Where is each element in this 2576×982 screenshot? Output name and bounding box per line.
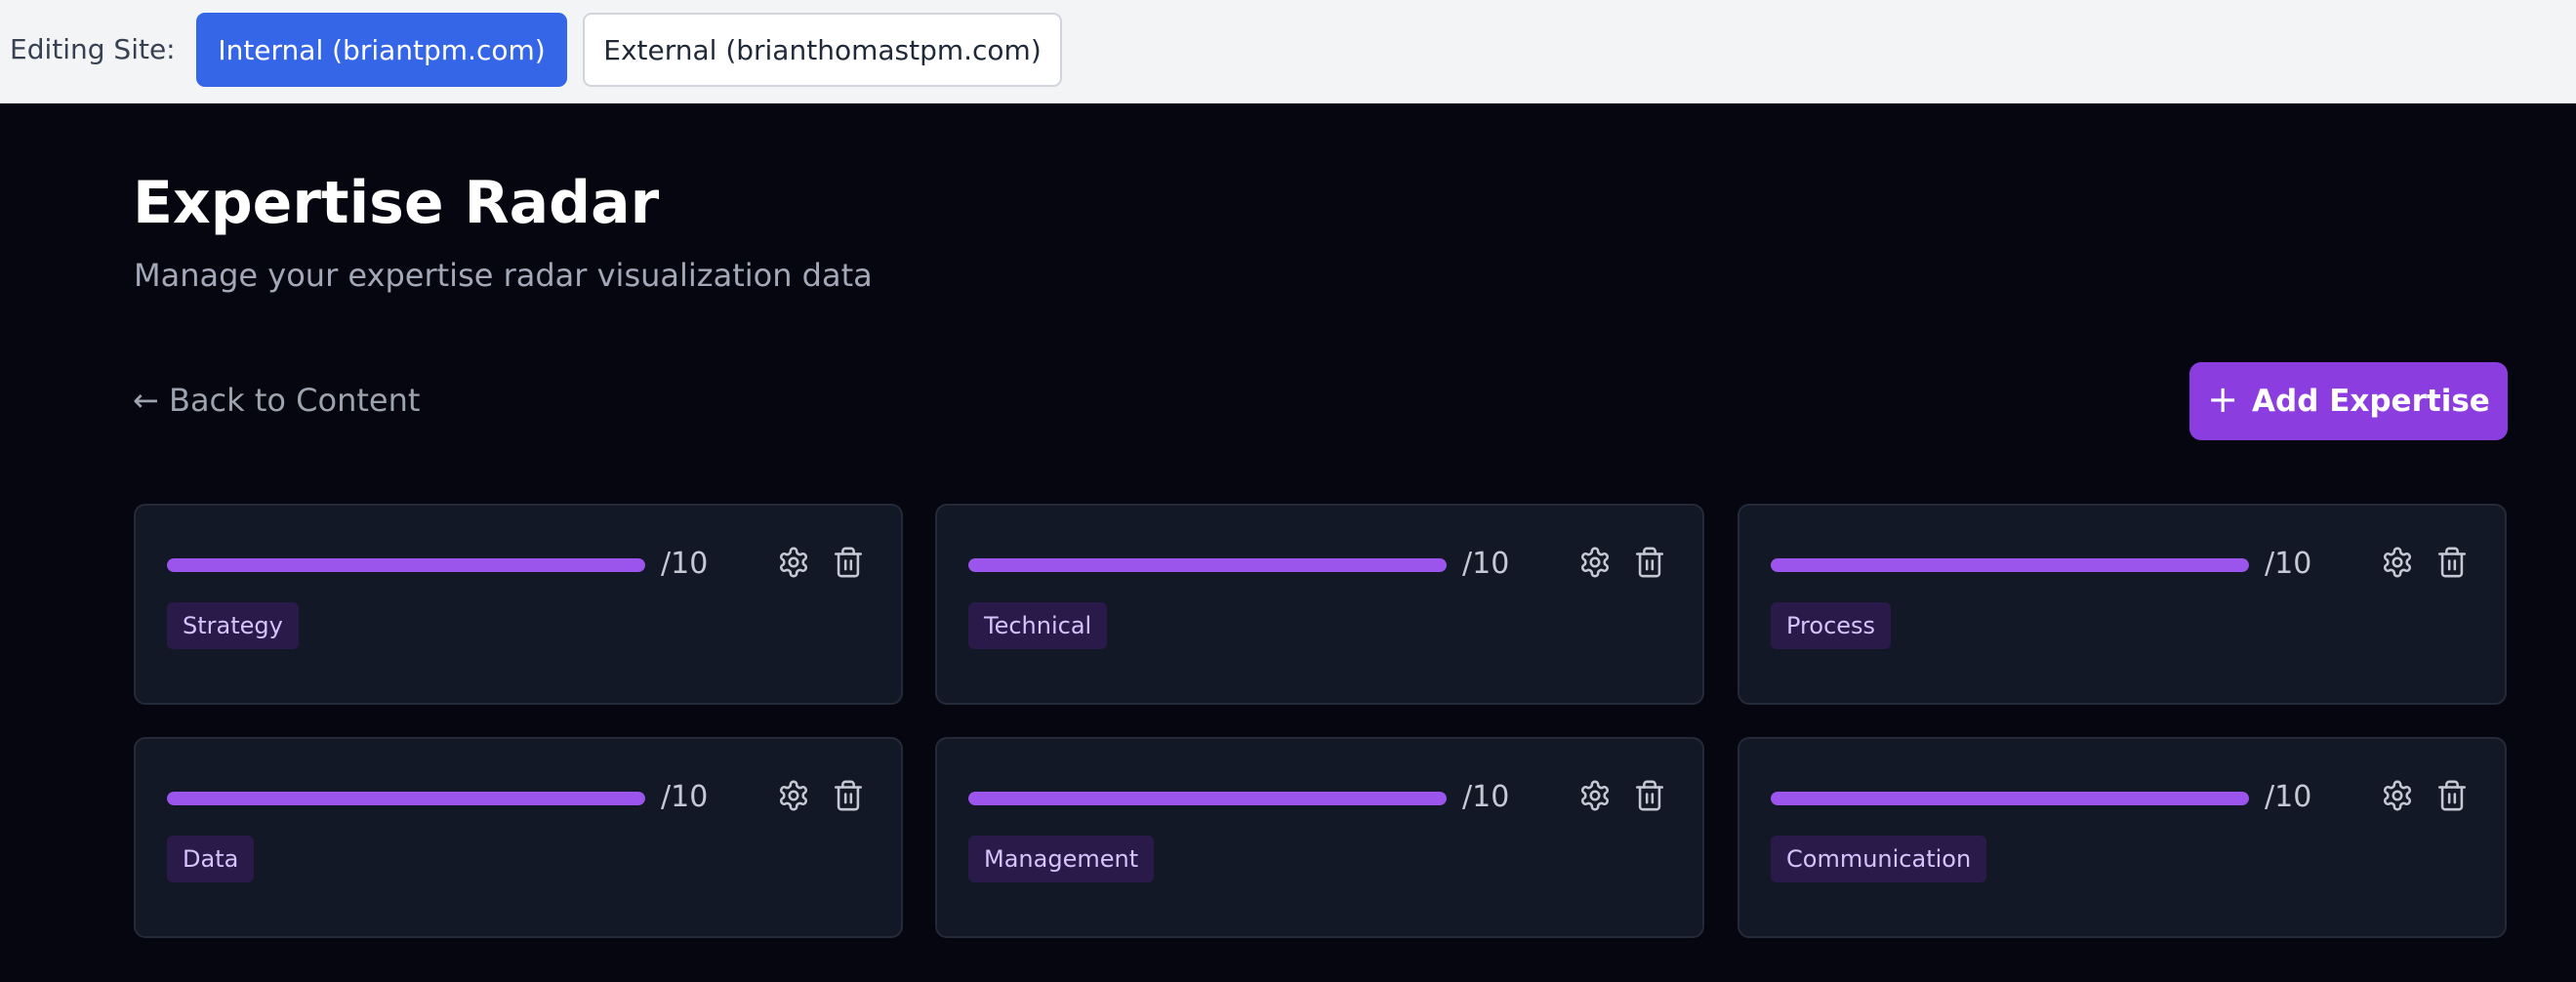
gear-icon[interactable] [1575,776,1615,815]
site-switcher-bar: Editing Site: Internal (briantpm.com) Ex… [0,0,2576,103]
score-suffix: /10 [1462,780,1510,814]
trash-icon[interactable] [1630,543,1669,582]
trash-icon[interactable] [2433,776,2472,815]
trash-icon[interactable] [829,543,868,582]
trash-icon[interactable] [1630,776,1669,815]
gear-icon[interactable] [2378,543,2417,582]
score-bar [968,558,1447,572]
external-site-button[interactable]: External (brianthomastpm.com) [583,13,1062,87]
back-to-content-link[interactable]: ← Back to Content [133,379,420,422]
score-bar [167,558,645,572]
expertise-card: /10 Process [1738,504,2507,705]
score-suffix: /10 [661,780,709,814]
category-tag: Management [968,836,1155,882]
editing-site-label: Editing Site: [10,33,176,65]
page-subtitle: Manage your expertise radar visualizatio… [134,257,873,294]
add-expertise-button[interactable]: + Add Expertise [2189,362,2508,440]
category-tag: Communication [1771,836,1987,882]
score-suffix: /10 [2265,547,2312,581]
page-title: Expertise Radar [133,169,660,237]
gear-icon[interactable] [2378,776,2417,815]
trash-icon[interactable] [829,776,868,815]
category-tag: Technical [968,602,1108,649]
score-suffix: /10 [1462,547,1510,581]
expertise-card: /10 Management [935,737,1704,938]
gear-icon[interactable] [1575,543,1615,582]
score-bar [968,792,1447,805]
score-bar-fill [1771,558,2249,572]
expertise-card: /10 Communication [1738,737,2507,938]
score-bar-fill [968,558,1447,572]
score-bar [1771,558,2249,572]
trash-icon[interactable] [2433,543,2472,582]
expertise-card: /10 Technical [935,504,1704,705]
score-suffix: /10 [2265,780,2312,814]
plus-icon: + [2207,378,2239,421]
score-bar [167,792,645,805]
score-bar-fill [968,792,1447,805]
gear-icon[interactable] [774,543,813,582]
internal-site-button[interactable]: Internal (briantpm.com) [196,13,567,87]
score-bar-fill [167,792,645,805]
category-tag: Process [1771,602,1892,649]
category-tag: Data [167,836,255,882]
score-bar-fill [1771,792,2249,805]
expertise-card: /10 Strategy [134,504,903,705]
score-bar [1771,792,2249,805]
gear-icon[interactable] [774,776,813,815]
score-suffix: /10 [661,547,709,581]
score-bar-fill [167,558,645,572]
add-expertise-label: Add Expertise [2252,384,2490,419]
expertise-card: /10 Data [134,737,903,938]
category-tag: Strategy [167,602,299,649]
